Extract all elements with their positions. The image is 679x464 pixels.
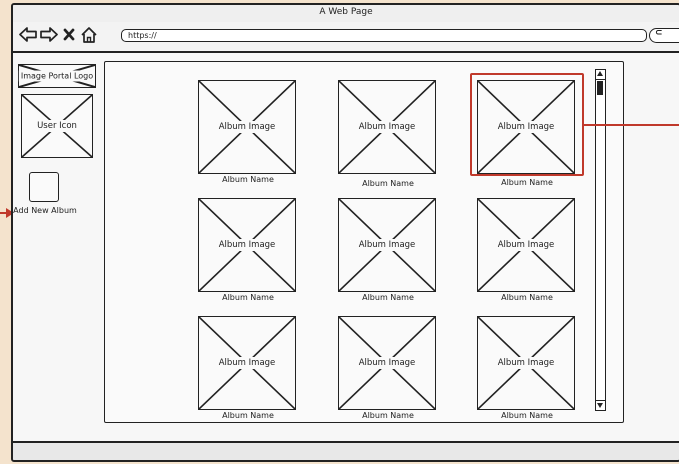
selected-album-highlight — [470, 73, 584, 176]
portal-logo[interactable]: Image Portal Logo — [18, 64, 96, 88]
album-image-label: Album Image — [216, 121, 278, 133]
magnifier-icon: ⊂ — [655, 28, 663, 38]
album-thumbnail[interactable]: Album Image — [198, 198, 296, 292]
scroll-up-icon — [597, 71, 603, 76]
album-name[interactable]: Album Name — [338, 179, 438, 188]
album-image-label: Album Image — [356, 357, 418, 369]
album-name[interactable]: Album Name — [198, 175, 298, 184]
album-image-label: Album Image — [495, 357, 557, 369]
search-button[interactable]: ⊂ — [649, 28, 679, 43]
forward-arrow-icon[interactable] — [40, 26, 58, 43]
album-thumbnail[interactable]: Album Image — [338, 198, 436, 292]
window-title: A Web Page — [13, 5, 679, 23]
user-icon-label: User Icon — [35, 120, 79, 132]
album-name[interactable]: Album Name — [477, 411, 577, 420]
album-image-label: Album Image — [356, 239, 418, 251]
album-image-label: Album Image — [495, 239, 557, 251]
home-icon[interactable] — [80, 26, 98, 44]
user-avatar[interactable]: User Icon — [21, 94, 93, 158]
scroll-up-button[interactable] — [596, 70, 605, 80]
album-thumbnail[interactable]: Album Image — [338, 80, 436, 174]
scroll-down-icon — [597, 403, 603, 408]
album-name[interactable]: Album Name — [338, 293, 438, 302]
album-image-label: Album Image — [216, 357, 278, 369]
album-name[interactable]: Album Name — [198, 293, 298, 302]
album-thumbnail[interactable]: Album Image — [338, 316, 436, 410]
album-name[interactable]: Album Name — [198, 411, 298, 420]
url-input[interactable]: https:// — [121, 29, 647, 42]
vertical-scrollbar[interactable] — [595, 69, 606, 411]
album-image-label: Album Image — [216, 239, 278, 251]
scroll-thumb[interactable] — [597, 81, 603, 95]
status-bar — [13, 441, 679, 460]
back-arrow-icon[interactable] — [19, 26, 37, 43]
logo-label: Image Portal Logo — [18, 70, 96, 82]
close-x-icon[interactable] — [63, 28, 75, 41]
album-name[interactable]: Album Name — [338, 411, 438, 420]
album-image-label: Album Image — [356, 121, 418, 133]
album-thumbnail[interactable]: Album Image — [477, 316, 575, 410]
add-album-label: Add New Album — [13, 206, 77, 215]
album-name[interactable]: Album Name — [477, 178, 577, 187]
album-thumbnail[interactable]: Album Image — [198, 316, 296, 410]
album-thumbnail[interactable]: Album Image — [198, 80, 296, 174]
browser-toolbar: https:// ⊂ — [13, 22, 679, 53]
scroll-down-button[interactable] — [596, 400, 605, 410]
album-thumbnail[interactable]: Album Image — [477, 198, 575, 292]
add-album-button[interactable] — [29, 172, 59, 202]
callout-line-right — [583, 124, 679, 126]
album-name[interactable]: Album Name — [477, 293, 577, 302]
